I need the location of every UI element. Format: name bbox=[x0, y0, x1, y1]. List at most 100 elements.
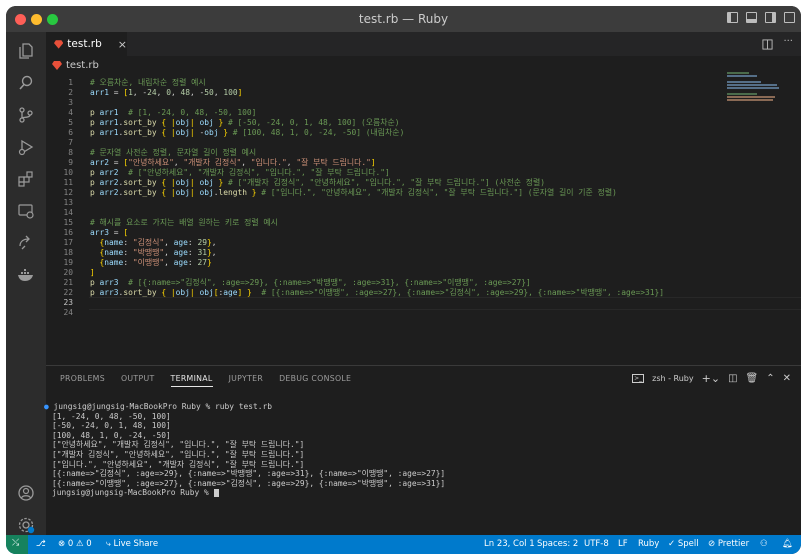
code-line[interactable]: 13 bbox=[46, 198, 726, 208]
account-icon[interactable] bbox=[17, 484, 35, 502]
customize-layout-icon[interactable] bbox=[784, 12, 795, 23]
breadcrumb-file[interactable]: test.rb bbox=[66, 60, 99, 71]
language-mode[interactable]: Ruby bbox=[638, 539, 659, 549]
code-line[interactable]: 12 p arr2.sort_by { |obj| obj.length } # … bbox=[46, 188, 726, 198]
line-number: 18 bbox=[63, 248, 73, 257]
ruby-file-icon bbox=[52, 61, 62, 70]
source-control-icon[interactable] bbox=[17, 106, 35, 124]
code-line[interactable]: 15 # 해시를 요소로 가지는 배열 원하는 키로 정렬 예시 bbox=[46, 218, 726, 228]
new-terminal-icon[interactable]: +⌄ bbox=[702, 372, 720, 385]
line-number: 24 bbox=[63, 308, 73, 317]
code-text: p arr2.sort_by { |obj| obj } # ["개발자 김정식… bbox=[90, 178, 546, 187]
toggle-sidebar-icon[interactable] bbox=[727, 12, 738, 23]
settings-gear-icon[interactable] bbox=[17, 516, 35, 534]
encoding[interactable]: UTF-8 bbox=[584, 539, 609, 549]
line-number: 9 bbox=[68, 158, 73, 167]
tab-terminal[interactable]: TERMINAL bbox=[170, 374, 213, 387]
terminal-selector[interactable]: zsh - Ruby bbox=[652, 374, 694, 383]
code-line[interactable]: 21 p arr3 # [{:name=>"김정식", :age=>29}, {:… bbox=[46, 278, 726, 288]
run-debug-icon[interactable] bbox=[17, 138, 35, 156]
tab-jupyter[interactable]: JUPYTER bbox=[229, 374, 264, 387]
code-line[interactable]: 10 p arr2 # ["안녕하세요", "개발자 김정식", "입니다.", … bbox=[46, 168, 726, 178]
split-terminal-icon[interactable]: ◫ bbox=[728, 373, 737, 384]
feedback-icon[interactable]: ⚇ bbox=[760, 539, 768, 549]
code-text: p arr2 # ["안녕하세요", "개발자 김정식", "입니다.", "잘… bbox=[90, 168, 390, 177]
tab-output[interactable]: OUTPUT bbox=[121, 374, 155, 387]
kill-terminal-icon[interactable]: 🗑 bbox=[746, 373, 759, 384]
code-text: p arr3 # [{:name=>"김정식", :age=>29}, {:na… bbox=[90, 278, 531, 287]
split-editor-icon[interactable] bbox=[762, 39, 773, 50]
terminal-line: ["입니다.", "안녕하세요", "개발자 김정식", "잘 부탁 드립니다.… bbox=[52, 459, 305, 469]
code-line[interactable]: 22 p arr3.sort_by { |obj| obj[:age] } # [… bbox=[46, 288, 726, 298]
code-line[interactable]: 19 {name: "이땡땡", age: 27} bbox=[46, 258, 726, 268]
code-line[interactable]: 2 arr1 = [1, -24, 0, 48, -50, 100] bbox=[46, 88, 726, 98]
code-line[interactable]: 16 arr3 = [ bbox=[46, 228, 726, 238]
error-count: 0 bbox=[67, 539, 74, 549]
code-line[interactable]: 1 # 오름차순, 내림차순 정렬 예시 bbox=[46, 78, 726, 88]
vscode-window: test.rb — Ruby test.rb × ··· test.rb 1 #… bbox=[6, 6, 801, 554]
terminal-cursor bbox=[213, 488, 219, 497]
code-line[interactable]: 17 {name: "김정식", age: 29}, bbox=[46, 238, 726, 248]
line-number: 14 bbox=[63, 208, 73, 217]
warning-icon: ⚠ bbox=[75, 539, 84, 549]
maximize-panel-icon[interactable]: ⌃ bbox=[766, 373, 774, 384]
problems-indicator[interactable]: ⊗ 0 ⚠ 0 bbox=[58, 539, 92, 549]
toggle-secondary-sidebar-icon[interactable] bbox=[765, 12, 776, 23]
code-line[interactable]: 24 bbox=[46, 308, 726, 318]
more-actions-icon[interactable]: ··· bbox=[783, 36, 793, 47]
spell-icon: ✓ bbox=[668, 539, 676, 549]
live-share-button[interactable]: ⤷ Live Share bbox=[106, 539, 158, 549]
code-text: p arr1.sort_by { |obj| -obj } # [100, 48… bbox=[90, 128, 405, 137]
code-line[interactable]: 14 bbox=[46, 208, 726, 218]
line-number: 22 bbox=[63, 288, 73, 297]
command-decoration-icon: ● bbox=[44, 402, 54, 411]
terminal-output[interactable]: ● jungsig@jungsig-MacBookPro Ruby % ruby… bbox=[44, 402, 445, 498]
ruby-file-icon bbox=[54, 40, 64, 49]
remote-indicator[interactable]: ⤯ bbox=[6, 535, 28, 554]
branch-icon[interactable]: ⎇ bbox=[36, 539, 46, 549]
toggle-panel-icon[interactable] bbox=[746, 12, 757, 23]
line-number: 13 bbox=[63, 198, 73, 207]
code-line[interactable]: 23 bbox=[46, 298, 726, 308]
extensions-icon[interactable] bbox=[17, 170, 35, 188]
code-line[interactable]: 18 {name: "박땡땡", age: 31}, bbox=[46, 248, 726, 258]
code-line[interactable]: 7 bbox=[46, 138, 726, 148]
remote-explorer-icon[interactable] bbox=[17, 202, 35, 220]
docker-icon[interactable] bbox=[17, 266, 35, 284]
code-line[interactable]: 6 p arr1.sort_by { |obj| -obj } # [100, 4… bbox=[46, 128, 726, 138]
code-line[interactable]: 4 p arr1 # [1, -24, 0, 48, -50, 100] bbox=[46, 108, 726, 118]
code-text: p arr2.sort_by { |obj| obj.length } # ["… bbox=[90, 188, 617, 197]
close-panel-icon[interactable]: ✕ bbox=[783, 373, 791, 384]
line-ending[interactable]: LF bbox=[618, 539, 628, 549]
tab-close-icon[interactable]: × bbox=[118, 38, 127, 51]
code-line[interactable]: 5 p arr1.sort_by { |obj| obj } # [-50, -2… bbox=[46, 118, 726, 128]
line-number: 23 bbox=[63, 298, 73, 307]
prettier-button[interactable]: ⊘ Prettier bbox=[708, 539, 749, 549]
code-line[interactable]: 9 arr2 = ["안녕하세요", "개발자 김정식", "입니다.", "잘 … bbox=[46, 158, 726, 168]
live-share-icon[interactable] bbox=[17, 234, 35, 252]
tab-debug-console[interactable]: DEBUG CONSOLE bbox=[279, 374, 351, 387]
code-line[interactable]: 20] bbox=[46, 268, 726, 278]
line-number: 15 bbox=[63, 218, 73, 227]
code-text: p arr3.sort_by { |obj| obj[:age] } # [{:… bbox=[90, 288, 664, 297]
cursor-position[interactable]: Ln 23, Col 1 bbox=[484, 539, 535, 549]
spell-button[interactable]: ✓ Spell bbox=[668, 539, 699, 549]
code-text: {name: "이땡땡", age: 27} bbox=[99, 258, 212, 267]
code-text: {name: "김정식", age: 29}, bbox=[99, 238, 217, 247]
line-number: 5 bbox=[68, 118, 73, 127]
code-line[interactable]: 3 bbox=[46, 98, 726, 108]
tab-test-rb[interactable]: test.rb × bbox=[46, 32, 127, 56]
code-line[interactable]: 11 p arr2.sort_by { |obj| obj } # ["개발자 김… bbox=[46, 178, 726, 188]
breadcrumb: test.rb bbox=[52, 58, 99, 72]
code-text: # 오름차순, 내림차순 정렬 예시 bbox=[90, 78, 206, 87]
line-number: 3 bbox=[68, 98, 73, 107]
files-icon[interactable] bbox=[17, 42, 35, 60]
search-icon[interactable] bbox=[17, 74, 35, 92]
code-line[interactable]: 8 # 문자열 사전순 정렬, 문자열 길이 정렬 예시 bbox=[46, 148, 726, 158]
indentation[interactable]: Spaces: 2 bbox=[537, 539, 578, 549]
minimap[interactable] bbox=[727, 72, 787, 112]
line-number: 6 bbox=[68, 128, 73, 137]
terminal-icon: >_ bbox=[632, 374, 645, 383]
tab-problems[interactable]: PROBLEMS bbox=[60, 374, 105, 387]
notifications-icon[interactable]: 🔔︎ bbox=[782, 539, 793, 549]
